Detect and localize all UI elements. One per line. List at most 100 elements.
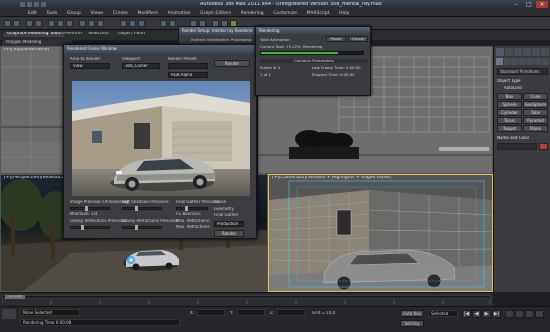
- maximize-viewport-icon[interactable]: [535, 310, 544, 318]
- object-type-heading[interactable]: Object Type: [497, 79, 521, 83]
- object-color-swatch[interactable]: [539, 143, 548, 150]
- create-tab-icon[interactable]: [496, 48, 504, 56]
- glossy-reflections-slider[interactable]: [70, 225, 110, 230]
- link-icon[interactable]: [26, 20, 33, 27]
- quick-access-toolbar[interactable]: [20, 2, 60, 7]
- time-slider-thumb[interactable]: 0 / 100: [5, 295, 25, 299]
- go-to-end-button[interactable]: ▶|: [492, 310, 501, 318]
- tab-freeform[interactable]: Freeform: [62, 32, 82, 37]
- viewport-label[interactable]: [+][Perspective][Realistic]: [4, 176, 63, 181]
- save-icon[interactable]: [34, 2, 39, 7]
- redo-icon[interactable]: [13, 20, 20, 27]
- percent-snap-icon[interactable]: [138, 20, 145, 27]
- sphere-button[interactable]: Sphere: [497, 101, 522, 108]
- go-to-start-button[interactable]: |◀: [462, 310, 471, 318]
- cancel-button[interactable]: Cancel: [348, 36, 368, 42]
- utilities-tab-icon[interactable]: [541, 48, 549, 56]
- play-button[interactable]: ▶: [482, 310, 491, 318]
- pan-icon[interactable]: [515, 310, 524, 318]
- menu-maxscript[interactable]: MAXScript: [306, 11, 329, 16]
- rotate-icon[interactable]: [88, 20, 95, 27]
- minimize-button[interactable]: –: [510, 1, 522, 8]
- helpers-icon[interactable]: [526, 58, 534, 65]
- menu-edit[interactable]: Edit: [28, 11, 37, 16]
- zoom-icon[interactable]: [505, 310, 514, 318]
- menu-create[interactable]: Create: [113, 11, 128, 16]
- cone-button[interactable]: Cone: [523, 93, 548, 100]
- menu-modifiers[interactable]: Modifiers: [137, 11, 158, 16]
- viewport-dropdown[interactable]: 308_Camer: [122, 63, 160, 69]
- primitive-type-dropdown[interactable]: Standard Primitives: [497, 68, 548, 75]
- hierarchy-tab-icon[interactable]: [514, 48, 522, 56]
- systems-icon[interactable]: [542, 58, 550, 65]
- render-preset-dropdown[interactable]: [168, 63, 208, 69]
- new-file-icon[interactable]: [20, 2, 25, 7]
- menu-group[interactable]: Group: [67, 11, 81, 16]
- glossy-refractions-slider[interactable]: [122, 225, 162, 230]
- select-by-name-icon[interactable]: [57, 20, 64, 27]
- name-and-color-heading[interactable]: Name and Color: [497, 136, 529, 140]
- tab-indirect-illumination[interactable]: Indirect Illumination: [191, 38, 229, 42]
- x-coord-field[interactable]: [197, 309, 225, 316]
- tab-graphite-modeling-tools[interactable]: Graphite Modeling Tools: [4, 32, 65, 37]
- align-icon[interactable]: [169, 20, 176, 27]
- geosphere-button[interactable]: GeoSphere: [523, 101, 548, 108]
- image-precision-slider[interactable]: [70, 206, 110, 211]
- region-select-icon[interactable]: [66, 20, 73, 27]
- menu-views[interactable]: Views: [90, 11, 103, 16]
- cylinder-button[interactable]: Cylinder: [497, 109, 522, 116]
- menu-animation[interactable]: Animation: [168, 11, 191, 16]
- lights-icon[interactable]: [511, 58, 519, 65]
- pause-button[interactable]: Pause: [326, 36, 346, 42]
- orbit-icon[interactable]: [525, 310, 534, 318]
- tab-processing[interactable]: Processing: [231, 38, 251, 42]
- autogrid-checkbox[interactable]: AutoGrid: [504, 86, 522, 90]
- select-icon[interactable]: [48, 20, 55, 27]
- object-name-field[interactable]: [497, 143, 537, 150]
- maxscript-listener-icon[interactable]: [2, 309, 16, 319]
- pyramid-button[interactable]: Pyramid: [523, 117, 548, 124]
- move-icon[interactable]: [79, 20, 86, 27]
- space-warps-icon[interactable]: [534, 58, 542, 65]
- viewport-camera[interactable]: [+][Camera01][Smooth + Highlights + Edge…: [268, 174, 493, 292]
- common-parameters-heading[interactable]: Common Parameters: [260, 59, 368, 63]
- unlink-icon[interactable]: [35, 20, 42, 27]
- snap-icon[interactable]: [120, 20, 127, 27]
- torus-button[interactable]: Torus: [497, 117, 522, 124]
- final-gather-checkbox[interactable]: Final Gather: [214, 213, 238, 217]
- slider-knob[interactable]: [135, 225, 138, 230]
- timeline[interactable]: 0 / 100: [0, 292, 493, 306]
- menu-help[interactable]: Help: [339, 11, 349, 16]
- close-button[interactable]: ✕: [536, 1, 548, 8]
- render-button-bottom[interactable]: Render: [214, 230, 244, 237]
- viewport-label[interactable]: [+][Top][Wireframe]: [4, 48, 49, 53]
- time-slider[interactable]: 0 / 100: [2, 295, 491, 299]
- geometry-checkbox[interactable]: Geometry: [214, 207, 234, 211]
- cameras-icon[interactable]: [519, 58, 526, 65]
- y-coord-field[interactable]: [237, 309, 265, 316]
- scale-icon[interactable]: [97, 20, 104, 27]
- area-to-render-dropdown[interactable]: View: [70, 63, 110, 69]
- production-dropdown[interactable]: Production: [214, 221, 244, 227]
- previous-frame-button[interactable]: ◀: [472, 310, 481, 318]
- menu-tools[interactable]: Tools: [46, 11, 57, 16]
- mirror-icon[interactable]: [160, 20, 167, 27]
- shapes-icon[interactable]: [503, 58, 511, 65]
- maximize-button[interactable]: □: [523, 1, 535, 8]
- display-tab-icon[interactable]: [532, 48, 540, 56]
- open-file-icon[interactable]: [27, 2, 32, 7]
- geometry-icon[interactable]: [496, 58, 503, 65]
- menu-rendering[interactable]: Rendering: [241, 11, 264, 16]
- plane-button[interactable]: Plane: [523, 125, 548, 132]
- slider-knob[interactable]: [81, 225, 84, 230]
- angle-snap-icon[interactable]: [129, 20, 136, 27]
- tube-button[interactable]: Tube: [523, 109, 548, 116]
- viewport-label[interactable]: [+][Camera01][Smooth + Highlights + Edge…: [272, 176, 391, 181]
- slider-knob[interactable]: [185, 206, 188, 211]
- undo-icon[interactable]: [41, 2, 46, 7]
- key-filter-dropdown[interactable]: Selected: [428, 310, 458, 317]
- z-coord-field[interactable]: [277, 309, 305, 316]
- soft-shadows-slider[interactable]: [122, 206, 162, 211]
- menu-graph-editors[interactable]: Graph Editors: [200, 11, 231, 16]
- tab-selection[interactable]: Selection: [88, 32, 109, 37]
